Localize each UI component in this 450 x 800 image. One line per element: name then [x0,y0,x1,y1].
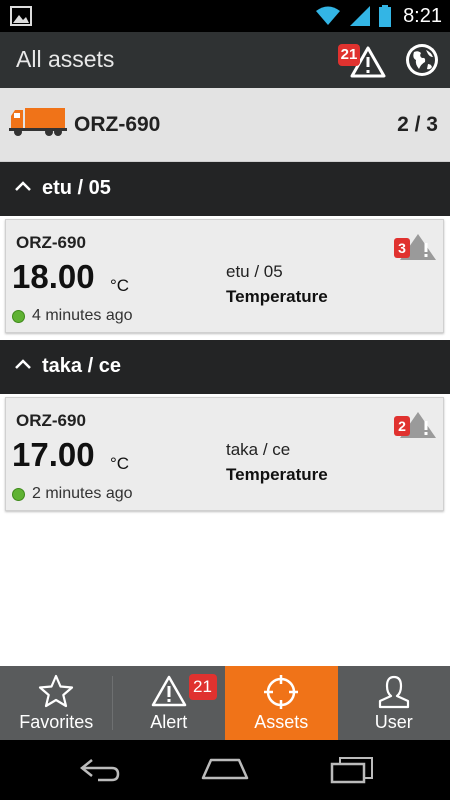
system-nav-bar [0,740,450,800]
tab-user[interactable]: User [338,666,450,740]
gallery-notification-icon [10,6,32,26]
chevron-up-icon [15,359,31,369]
card-plate: ORZ-690 [16,233,86,252]
sensor-value: 17.00 [12,436,95,473]
sensor-value: 18.00 [12,258,95,295]
last-update-text: 4 minutes ago [32,307,133,324]
globe-map-icon[interactable] [404,42,440,78]
user-icon [378,675,409,709]
bottom-tab-bar: Favorites 21 Alert Assets User [0,666,450,740]
sensor-unit: °C [110,276,130,295]
signal-icon [350,6,371,26]
alert-icon [151,675,186,707]
section-header[interactable]: taka / ce [0,340,450,394]
crosshair-icon [264,675,299,709]
alerts-button[interactable]: 21 [338,40,386,80]
sensor-type: Temperature [226,287,328,306]
tab-label: User [374,712,413,732]
last-update: 4 minutes ago [12,307,133,325]
online-status-dot [12,487,25,501]
alert-tab-badge: 21 [188,674,217,700]
battery-icon [379,5,392,27]
sensor-card[interactable]: ORZ-690 17.00 °C 2 minutes ago taka / ce… [5,397,444,511]
tab-assets[interactable]: Assets [225,666,338,740]
section-header[interactable]: etu / 05 [0,162,450,216]
tab-favorites[interactable]: Favorites [0,666,113,740]
online-status-dot [12,309,25,323]
recent-apps-icon[interactable] [330,756,374,784]
asset-pager: 2 / 3 [397,113,438,136]
chevron-up-icon [15,181,31,191]
sensor-location: etu / 05 [226,262,283,281]
tab-label: Assets [254,712,309,732]
wifi-icon [316,6,341,25]
action-bar: All assets 21 [0,32,450,88]
last-update: 2 minutes ago [12,485,133,503]
sensor-card[interactable]: ORZ-690 18.00 °C 4 minutes ago etu / 05 … [5,219,444,333]
card-alert-count-badge: 2 [394,416,410,436]
card-alerts-indicator[interactable]: 3 [390,234,438,264]
page-title: All assets [16,46,115,72]
card-plate: ORZ-690 [16,411,86,430]
sensor-type: Temperature [226,465,328,484]
alerts-count-badge: 21 [338,44,360,66]
tab-label: Alert [150,712,188,732]
clock: 8:21 [403,4,442,27]
tab-label: Favorites [19,712,94,732]
sensor-location: taka / ce [226,440,291,459]
asset-header[interactable]: ORZ-690 2 / 3 [0,88,450,162]
asset-plate: ORZ-690 [74,113,161,136]
tab-alert[interactable]: 21 Alert [113,666,226,740]
card-alert-count-badge: 3 [394,238,410,258]
status-bar: 8:21 [0,0,450,32]
sensor-unit: °C [110,454,130,473]
section-label: etu / 05 [42,177,111,199]
back-icon[interactable] [78,756,122,782]
truck-icon [9,108,67,136]
star-icon [39,674,74,708]
section-label: taka / ce [42,355,121,377]
home-icon[interactable] [201,756,249,782]
card-alerts-indicator[interactable]: 2 [390,412,438,442]
last-update-text: 2 minutes ago [32,485,133,502]
